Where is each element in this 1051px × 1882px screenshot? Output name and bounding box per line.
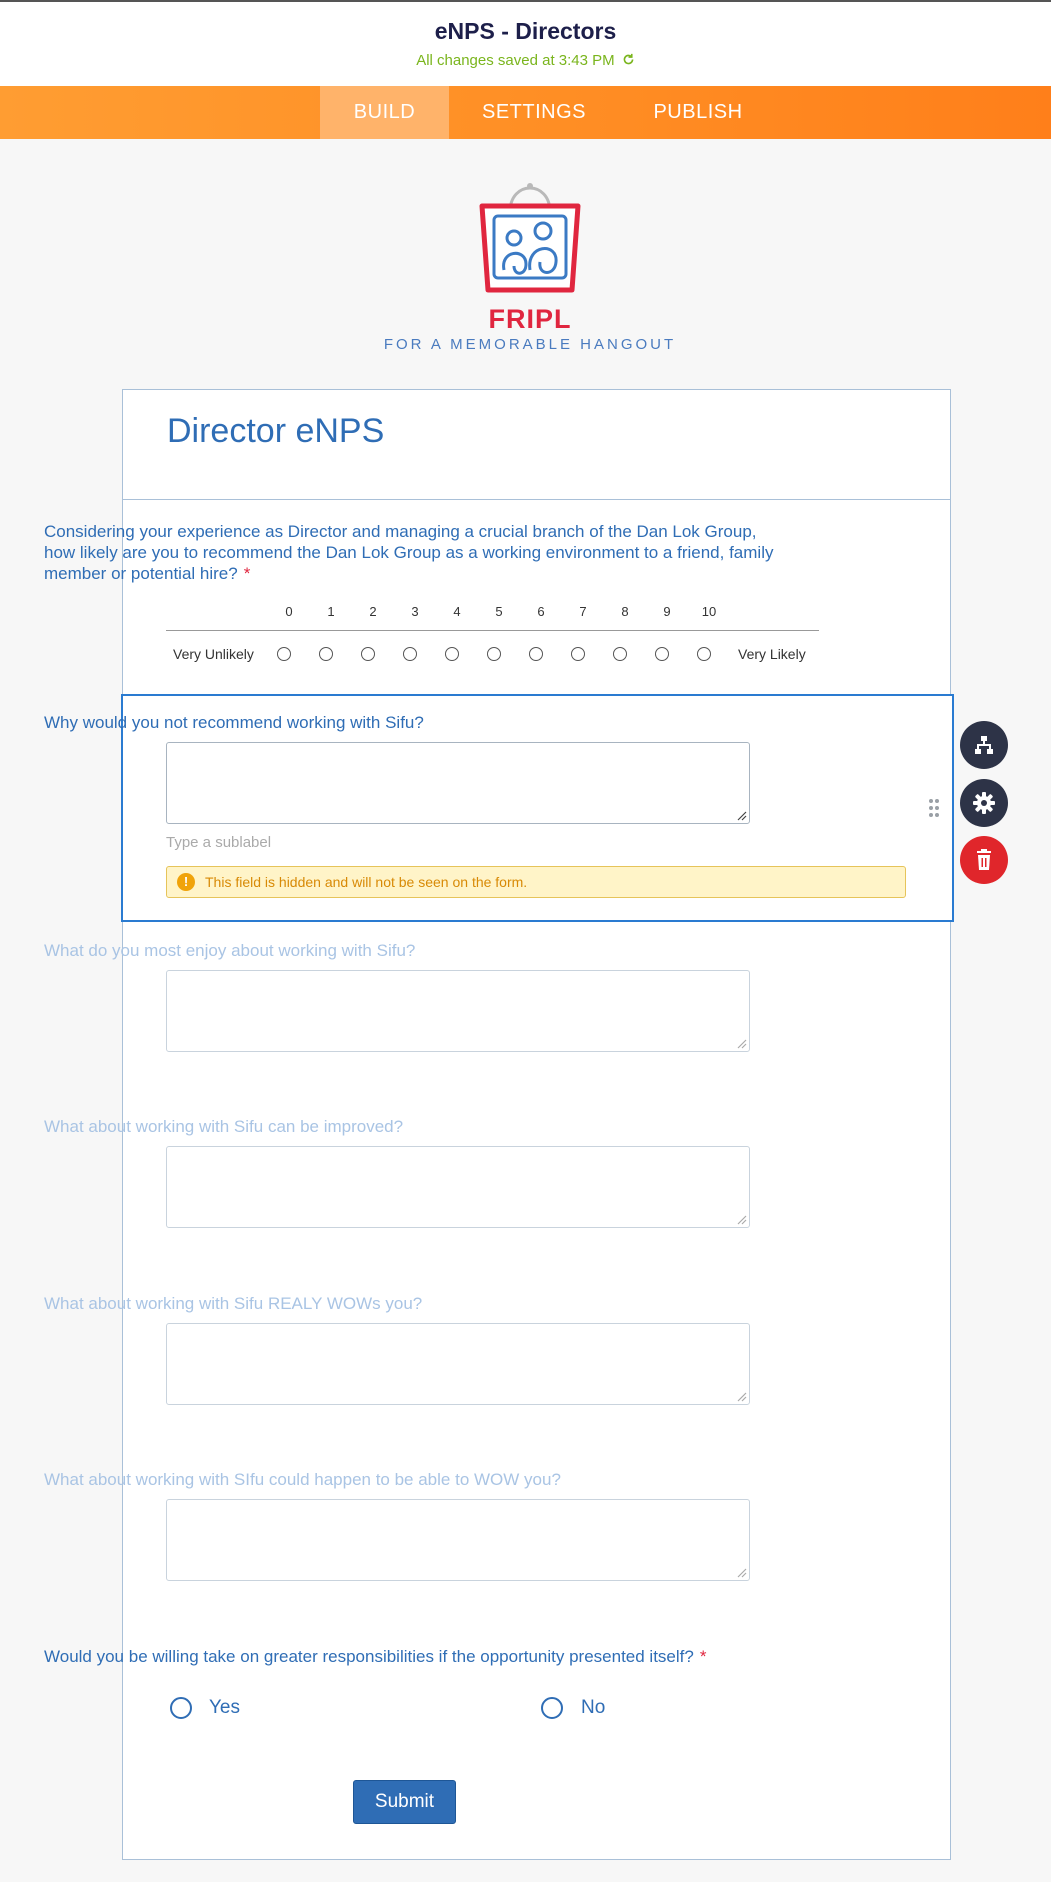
radio-yes-label[interactable]: Yes	[209, 1697, 240, 1719]
logo-brand: FRIPL	[488, 304, 572, 334]
radio-no-label[interactable]: No	[581, 1697, 605, 1719]
delete-trash-icon	[977, 849, 991, 870]
scale-high-label: Very Likely	[738, 646, 806, 662]
tab-publish[interactable]: PUBLISH	[636, 86, 760, 139]
hidden-question-textarea[interactable]	[166, 1499, 750, 1581]
resize-grip-icon[interactable]	[737, 1215, 747, 1225]
form-logo: FRIPL FOR A MEMORABLE HANGOUT	[380, 174, 680, 364]
scale-number: 10	[701, 604, 717, 619]
field-settings-button[interactable]	[960, 779, 1008, 827]
sublabel-placeholder[interactable]: Type a sublabel	[166, 834, 271, 851]
nps-question-text: Considering your experience as Director …	[44, 522, 774, 583]
save-status: All changes saved at 3:43 PM	[0, 52, 1051, 69]
submit-button[interactable]: Submit	[353, 1780, 456, 1824]
hidden-question-label[interactable]: What about working with Sifu REALY WOWs …	[44, 1293, 422, 1314]
scale-number: 0	[285, 604, 293, 619]
fripl-logo-icon	[479, 183, 581, 293]
scale-radio-0[interactable]	[277, 647, 291, 661]
hidden-question-textarea[interactable]	[166, 970, 750, 1052]
nps-question-label[interactable]: Considering your experience as Director …	[44, 521, 784, 584]
scale-number: 2	[369, 604, 377, 619]
hidden-question-label[interactable]: What about working with SIfu could happe…	[44, 1469, 561, 1490]
conditions-icon	[975, 736, 993, 754]
delete-field-button[interactable]	[960, 836, 1008, 884]
builder-nav: BUILD SETTINGS PUBLISH	[0, 86, 1051, 139]
selected-question-textarea[interactable]	[166, 742, 750, 824]
scale-divider	[166, 630, 819, 631]
scale-radio-3[interactable]	[403, 647, 417, 661]
radio-yes[interactable]	[170, 1697, 192, 1719]
scale-low-label: Very Unlikely	[173, 646, 254, 662]
scale-number: 3	[411, 604, 419, 619]
hidden-question-label[interactable]: What do you most enjoy about working wit…	[44, 940, 415, 961]
scale-radio-10[interactable]	[697, 647, 711, 661]
scale-radio-5[interactable]	[487, 647, 501, 661]
warning-icon: !	[177, 873, 195, 891]
resize-grip-icon[interactable]	[737, 811, 747, 821]
scale-radio-8[interactable]	[613, 647, 627, 661]
hidden-question-label[interactable]: What about working with Sifu can be impr…	[44, 1116, 403, 1137]
scale-radio-6[interactable]	[529, 647, 543, 661]
scale-number: 5	[495, 604, 503, 619]
scale-number: 4	[453, 604, 461, 619]
responsibility-question-text: Would you be willing take on greater res…	[44, 1647, 694, 1666]
drag-handle-icon[interactable]	[928, 798, 940, 818]
required-mark: *	[699, 1647, 707, 1666]
resize-grip-icon[interactable]	[737, 1392, 747, 1402]
responsibility-question-label[interactable]: Would you be willing take on greater res…	[44, 1646, 784, 1667]
save-status-text: All changes saved at 3:43 PM	[416, 52, 615, 69]
refresh-icon[interactable]	[622, 53, 635, 66]
scale-number: 1	[327, 604, 335, 619]
tab-build[interactable]: BUILD	[320, 86, 449, 139]
radio-no[interactable]	[541, 1697, 563, 1719]
selected-question-label[interactable]: Why would you not recommend working with…	[44, 712, 424, 733]
scale-radio-7[interactable]	[571, 647, 585, 661]
form-title[interactable]: eNPS - Directors	[0, 18, 1051, 45]
required-mark: *	[243, 564, 251, 583]
heading-divider	[123, 499, 950, 500]
conditions-button[interactable]	[960, 721, 1008, 769]
resize-grip-icon[interactable]	[737, 1568, 747, 1578]
hidden-field-notice: ! This field is hidden and will not be s…	[166, 866, 906, 898]
scale-radio-4[interactable]	[445, 647, 459, 661]
scale-radio-2[interactable]	[361, 647, 375, 661]
scale-radio-1[interactable]	[319, 647, 333, 661]
logo-tagline: FOR A MEMORABLE HANGOUT	[383, 336, 677, 353]
scale-number: 6	[537, 604, 545, 619]
scale-number: 9	[663, 604, 671, 619]
settings-gear-icon	[973, 792, 995, 814]
scale-number: 7	[579, 604, 587, 619]
hidden-question-textarea[interactable]	[166, 1323, 750, 1405]
hidden-question-textarea[interactable]	[166, 1146, 750, 1228]
form-heading[interactable]: Director eNPS	[167, 412, 384, 451]
hidden-notice-text: This field is hidden and will not be see…	[205, 874, 528, 890]
tab-settings[interactable]: SETTINGS	[466, 86, 602, 139]
scale-number: 8	[621, 604, 629, 619]
scale-radio-9[interactable]	[655, 647, 669, 661]
form-header: eNPS - Directors All changes saved at 3:…	[0, 2, 1051, 86]
resize-grip-icon[interactable]	[737, 1039, 747, 1049]
